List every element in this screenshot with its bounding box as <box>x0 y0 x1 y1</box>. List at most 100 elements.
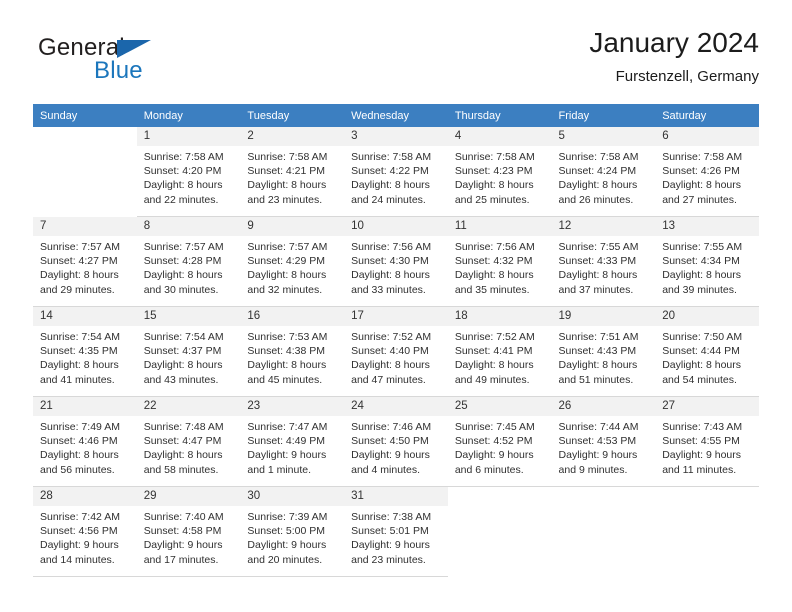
day-details: Sunrise: 7:51 AM Sunset: 4:43 PM Daylight:… <box>552 326 656 387</box>
daylight-text-line2: and 56 minutes. <box>40 463 115 476</box>
day-number: 31 <box>344 487 448 506</box>
day-details: Sunrise: 7:58 AM Sunset: 4:24 PM Daylight:… <box>552 146 656 207</box>
daylight-text-line2: and 25 minutes. <box>454 193 530 206</box>
calendar-day-cell[interactable]: 9 Sunrise: 7:57 AM Sunset: 4:29 PM Daylight… <box>240 217 345 307</box>
sunrise-text: Sunrise: 7:56 AM <box>351 241 432 253</box>
calendar-day-cell[interactable]: 17 Sunrise: 7:52 AM Sunset: 4:40 PM Dayligh… <box>344 307 448 397</box>
weekday-header-thursday: Thursday <box>447 104 552 127</box>
sunrise-text: Sunrise: 7:58 AM <box>454 151 535 163</box>
calendar-day-cell[interactable]: 14 Sunrise: 7:54 AM Sunset: 4:35 PM Dayligh… <box>33 307 137 397</box>
sunset-text: Sunset: 4:53 PM <box>558 435 637 448</box>
calendar-week-row: 7 Sunrise: 7:57 AM Sunset: 4:27 PM Daylight… <box>33 217 759 307</box>
day-details: Sunrise: 7:46 AM Sunset: 4:50 PM Daylight:… <box>344 416 448 477</box>
day-details: Sunrise: 7:57 AM Sunset: 4:28 PM Daylight:… <box>137 236 241 297</box>
daylight-text-line2: and 39 minutes. <box>662 283 737 296</box>
sunrise-text: Sunrise: 7:52 AM <box>454 331 535 343</box>
daylight-text-line1: Daylight: 8 hours <box>143 269 223 282</box>
day-number: 9 <box>240 217 345 236</box>
calendar-day-cell[interactable]: 10 Sunrise: 7:56 AM Sunset: 4:30 PM Dayligh… <box>344 217 448 307</box>
day-number: 26 <box>551 397 656 416</box>
day-details: Sunrise: 7:56 AM Sunset: 4:32 PM Daylight:… <box>448 236 552 297</box>
brand-logo[interactable]: General Blue <box>38 34 238 90</box>
weekday-header-wednesday: Wednesday <box>344 104 448 127</box>
sunset-text: Sunset: 4:35 PM <box>40 345 118 358</box>
daylight-text-line1: Daylight: 9 hours <box>40 539 119 552</box>
calendar-day-cell[interactable]: 26 Sunrise: 7:44 AM Sunset: 4:53 PM Dayligh… <box>551 397 656 487</box>
daylight-text-line1: Daylight: 9 hours <box>351 539 430 552</box>
sunrise-text: Sunrise: 7:58 AM <box>247 151 328 163</box>
calendar-day-cell[interactable]: 13 Sunrise: 7:55 AM Sunset: 4:34 PM Dayligh… <box>655 217 759 307</box>
calendar-day-cell[interactable]: 20 Sunrise: 7:50 AM Sunset: 4:44 PM Dayligh… <box>655 307 759 397</box>
calendar-day-cell[interactable]: 7 Sunrise: 7:57 AM Sunset: 4:27 PM Daylight… <box>33 217 137 307</box>
daylight-text-line1: Daylight: 8 hours <box>454 269 534 282</box>
calendar-day-cell[interactable]: 28 Sunrise: 7:42 AM Sunset: 4:56 PM Dayligh… <box>33 487 137 577</box>
weekday-header-sunday: Sunday <box>33 104 137 127</box>
sunset-text: Sunset: 4:44 PM <box>662 345 740 358</box>
day-number: 16 <box>240 307 345 326</box>
day-details: Sunrise: 7:50 AM Sunset: 4:44 PM Daylight:… <box>655 326 759 387</box>
sunset-text: Sunset: 4:56 PM <box>40 525 118 538</box>
daylight-text-line2: and 32 minutes. <box>247 283 323 296</box>
daylight-text-line2: and 4 minutes. <box>351 463 420 476</box>
day-details: Sunrise: 7:43 AM Sunset: 4:55 PM Daylight:… <box>655 416 759 477</box>
calendar-day-cell[interactable]: 5 Sunrise: 7:58 AM Sunset: 4:24 PM Daylight… <box>551 127 656 217</box>
sunrise-text: Sunrise: 7:43 AM <box>662 421 743 433</box>
daylight-text-line2: and 17 minutes. <box>143 553 219 566</box>
calendar-day-cell[interactable]: 6 Sunrise: 7:58 AM Sunset: 4:26 PM Daylight… <box>655 127 759 217</box>
daylight-text-line2: and 27 minutes. <box>662 193 737 206</box>
sunset-text: Sunset: 4:23 PM <box>454 165 533 178</box>
calendar-day-cell[interactable]: 11 Sunrise: 7:56 AM Sunset: 4:32 PM Dayligh… <box>447 217 552 307</box>
calendar-day-cell[interactable]: 23 Sunrise: 7:47 AM Sunset: 4:49 PM Dayligh… <box>240 397 345 487</box>
calendar-day-cell[interactable]: 19 Sunrise: 7:51 AM Sunset: 4:43 PM Dayligh… <box>551 307 656 397</box>
sunrise-text: Sunrise: 7:58 AM <box>351 151 432 163</box>
day-number: 22 <box>136 397 241 416</box>
day-number: 24 <box>344 397 448 416</box>
calendar-day-cell[interactable]: 25 Sunrise: 7:45 AM Sunset: 4:52 PM Dayligh… <box>447 397 552 487</box>
daylight-text-line1: Daylight: 8 hours <box>143 449 223 462</box>
daylight-text-line2: and 45 minutes. <box>247 373 323 386</box>
day-number: 10 <box>344 217 448 236</box>
daylight-text-line1: Daylight: 9 hours <box>247 539 327 552</box>
calendar-day-cell[interactable]: 16 Sunrise: 7:53 AM Sunset: 4:38 PM Dayligh… <box>240 307 345 397</box>
sunset-text: Sunset: 4:55 PM <box>662 435 740 448</box>
day-details: Sunrise: 7:58 AM Sunset: 4:20 PM Daylight:… <box>137 146 241 207</box>
sunrise-text: Sunrise: 7:57 AM <box>247 241 328 253</box>
daylight-text-line2: and 23 minutes. <box>247 193 323 206</box>
daylight-text-line1: Daylight: 8 hours <box>662 269 742 282</box>
calendar-day-cell[interactable]: 30 Sunrise: 7:39 AM Sunset: 5:00 PM Dayligh… <box>240 487 345 577</box>
daylight-text-line1: Daylight: 8 hours <box>662 359 742 372</box>
day-number: 30 <box>240 487 345 506</box>
calendar-day-cell[interactable]: 12 Sunrise: 7:55 AM Sunset: 4:33 PM Dayligh… <box>551 217 656 307</box>
daylight-text-line1: Daylight: 8 hours <box>40 269 119 282</box>
calendar-day-cell[interactable]: 1 Sunrise: 7:58 AM Sunset: 4:20 PM Daylight… <box>136 127 241 217</box>
calendar-day-cell[interactable]: 31 Sunrise: 7:38 AM Sunset: 5:01 PM Dayligh… <box>344 487 448 577</box>
calendar-day-cell[interactable]: 2 Sunrise: 7:58 AM Sunset: 4:21 PM Daylight… <box>240 127 345 217</box>
calendar-day-cell[interactable]: 29 Sunrise: 7:40 AM Sunset: 4:58 PM Dayligh… <box>136 487 241 577</box>
daylight-text-line1: Daylight: 8 hours <box>40 449 119 462</box>
brand-name-blue: Blue <box>94 57 143 84</box>
daylight-text-line1: Daylight: 9 hours <box>558 449 638 462</box>
calendar-day-cell[interactable]: 18 Sunrise: 7:52 AM Sunset: 4:41 PM Dayligh… <box>447 307 552 397</box>
sunset-text: Sunset: 4:30 PM <box>351 255 429 268</box>
calendar-day-cell[interactable]: 15 Sunrise: 7:54 AM Sunset: 4:37 PM Dayligh… <box>136 307 241 397</box>
calendar-day-cell[interactable]: 8 Sunrise: 7:57 AM Sunset: 4:28 PM Daylight… <box>136 217 241 307</box>
day-number: 2 <box>240 127 345 146</box>
calendar-day-cell[interactable]: 21 Sunrise: 7:49 AM Sunset: 4:46 PM Dayligh… <box>33 397 137 487</box>
day-details: Sunrise: 7:58 AM Sunset: 4:22 PM Daylight:… <box>344 146 448 207</box>
calendar-day-cell[interactable]: 27 Sunrise: 7:43 AM Sunset: 4:55 PM Dayligh… <box>655 397 759 487</box>
sunrise-text: Sunrise: 7:58 AM <box>558 151 639 163</box>
day-details: Sunrise: 7:56 AM Sunset: 4:30 PM Daylight:… <box>344 236 448 297</box>
day-number: 25 <box>447 397 552 416</box>
sunrise-text: Sunrise: 7:44 AM <box>558 421 639 433</box>
calendar-cell-empty <box>33 127 137 217</box>
calendar-day-cell[interactable]: 3 Sunrise: 7:58 AM Sunset: 4:22 PM Daylight… <box>344 127 448 217</box>
calendar-day-cell[interactable]: 4 Sunrise: 7:58 AM Sunset: 4:23 PM Daylight… <box>447 127 552 217</box>
calendar-day-cell[interactable]: 24 Sunrise: 7:46 AM Sunset: 4:50 PM Dayligh… <box>344 397 448 487</box>
sunrise-text: Sunrise: 7:46 AM <box>351 421 432 433</box>
calendar-day-cell[interactable]: 22 Sunrise: 7:48 AM Sunset: 4:47 PM Dayligh… <box>136 397 241 487</box>
daylight-text-line2: and 20 minutes. <box>247 553 323 566</box>
daylight-text-line1: Daylight: 8 hours <box>247 359 327 372</box>
sunset-text: Sunset: 4:47 PM <box>143 435 222 448</box>
day-details: Sunrise: 7:57 AM Sunset: 4:27 PM Daylight:… <box>33 236 137 297</box>
daylight-text-line1: Daylight: 8 hours <box>143 179 223 192</box>
